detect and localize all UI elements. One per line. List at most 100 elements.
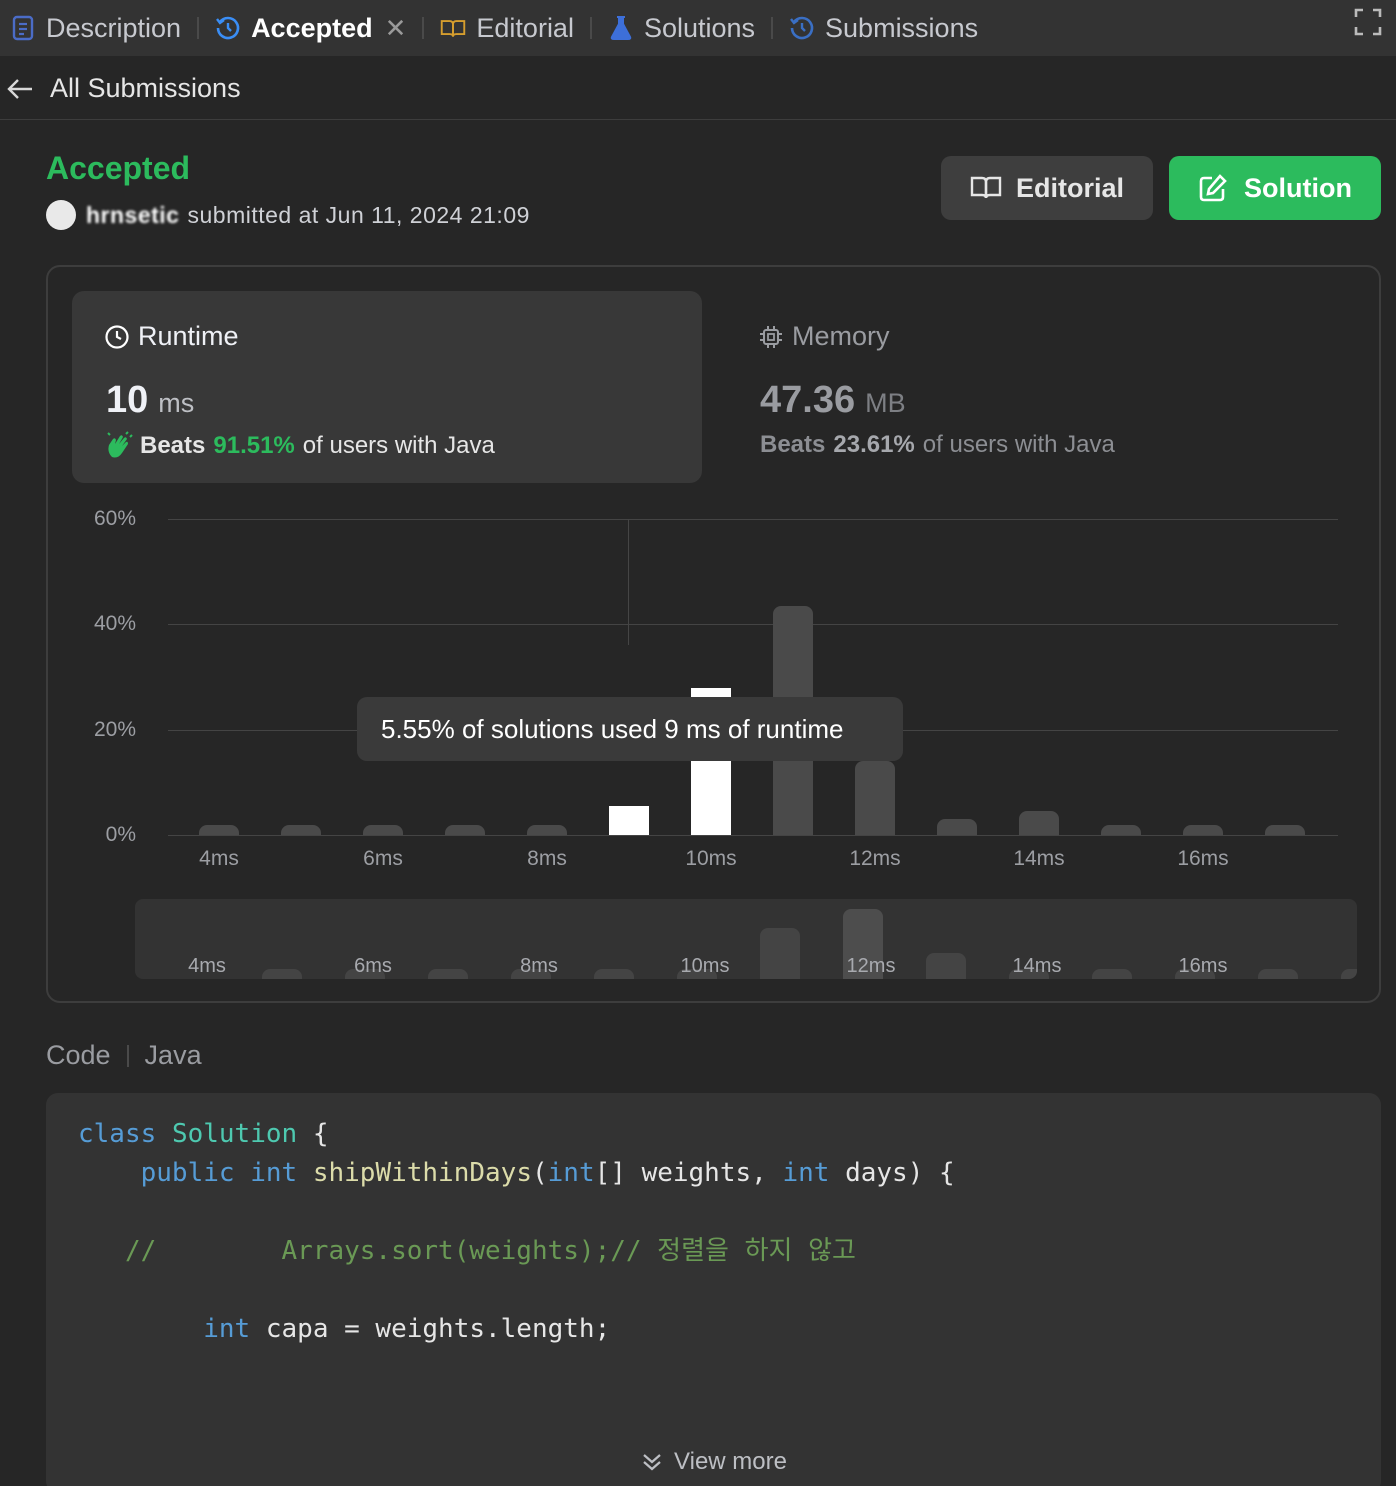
y-tick-label: 40%: [93, 612, 136, 636]
memory-card[interactable]: Memory 47.36 MB Beats 23.61% of users wi…: [758, 291, 1358, 483]
code-language: Java: [144, 1040, 202, 1070]
fullscreen-icon[interactable]: [1354, 8, 1382, 36]
y-tick-label: 60%: [93, 507, 136, 530]
mini-chart-bar: [594, 969, 634, 979]
history-icon: [215, 15, 241, 41]
mini-x-tick-label: 6ms: [354, 955, 392, 977]
book-icon: [970, 173, 1002, 203]
editorial-button-label: Editorial: [1015, 172, 1124, 203]
mini-chart-bar: [1341, 969, 1357, 979]
solution-button[interactable]: Solution: [1169, 156, 1381, 220]
beats-suffix: of users with Java: [302, 432, 495, 459]
chart-bar[interactable]: [527, 825, 567, 835]
memory-beats: Beats 23.61% of users with Java: [760, 431, 1115, 459]
chart-bar[interactable]: [855, 761, 895, 835]
username[interactable]: hrnsetic: [86, 202, 179, 229]
mini-chart-bar: [428, 969, 468, 979]
back-row: All Submissions: [0, 58, 1396, 120]
beats-percent: 23.61%: [833, 431, 915, 458]
chevrons-down-icon: [640, 1450, 664, 1474]
x-tick-label: 8ms: [527, 847, 567, 870]
mini-x-tick-label: 14ms: [1012, 955, 1062, 977]
chart-bar[interactable]: [1265, 825, 1305, 835]
mini-x-tick-label: 12ms: [846, 955, 896, 977]
chart-bar[interactable]: [281, 825, 321, 835]
tab-bar: Description Accepted ✕ Editorial Solutio…: [0, 0, 1396, 56]
tab-label: Accepted: [251, 12, 373, 43]
edit-icon: [1198, 173, 1228, 203]
chart-bar[interactable]: [445, 825, 485, 835]
submission-status: Accepted: [46, 150, 191, 186]
x-tick-label: 16ms: [1177, 847, 1229, 870]
submitted-time: submitted at Jun 11, 2024 21:09: [187, 201, 530, 228]
x-tick-label: 4ms: [199, 847, 239, 870]
chart-bar[interactable]: [609, 805, 649, 835]
tab-submissions[interactable]: Submissions: [779, 8, 988, 48]
memory-number: 47.36: [760, 379, 856, 421]
mini-x-tick-label: 4ms: [188, 955, 226, 977]
mini-chart-bar: [1258, 969, 1298, 979]
code-content: class Solution { public int shipWithinDa…: [78, 1119, 955, 1344]
runtime-distribution-chart[interactable]: 60% 40% 20% 0% 5.55% of solutions used 9 ms …: [88, 499, 1348, 899]
mini-x-tick-label: 8ms: [520, 955, 558, 977]
chip-icon: [758, 324, 784, 350]
chart-gridline: [168, 519, 1338, 520]
hover-line: [628, 519, 629, 645]
tab-label: Editorial: [476, 12, 574, 43]
beats-percent: 91.51%: [213, 432, 295, 459]
mini-chart-bar: [760, 927, 800, 979]
memory-title: Memory: [758, 321, 890, 352]
chart-bar[interactable]: [1019, 811, 1059, 835]
memory-unit: MB: [865, 388, 906, 418]
tab-accepted[interactable]: Accepted ✕: [205, 8, 416, 48]
x-tick-label: 6ms: [363, 847, 403, 870]
all-submissions-link[interactable]: All Submissions: [50, 73, 241, 104]
solution-button-label: Solution: [1244, 172, 1352, 203]
y-tick-label: 0%: [105, 823, 136, 846]
chart-bar[interactable]: [199, 825, 239, 835]
tab-editorial[interactable]: Editorial: [430, 8, 584, 48]
code-header-divider: [126, 1044, 129, 1067]
code-block[interactable]: class Solution { public int shipWithinDa…: [46, 1093, 1381, 1486]
tab-label: Submissions: [825, 12, 979, 43]
runtime-unit: ms: [158, 388, 195, 418]
avatar[interactable]: [46, 200, 76, 230]
runtime-value: 10 ms: [106, 379, 194, 422]
description-icon: [10, 15, 36, 41]
memory-title-label: Memory: [792, 321, 890, 351]
close-icon[interactable]: ✕: [385, 13, 407, 44]
tab-label: Solutions: [643, 12, 756, 43]
code-label: Code: [46, 1040, 111, 1070]
x-tick-label: 14ms: [1013, 847, 1065, 870]
arrow-left-icon[interactable]: [4, 73, 36, 105]
x-tick-label: 12ms: [849, 847, 901, 870]
mini-chart-bar: [262, 969, 302, 979]
mini-chart-bar: [1092, 969, 1132, 979]
runtime-title-label: Runtime: [138, 321, 239, 351]
chart-bar[interactable]: [363, 825, 403, 835]
book-icon: [440, 15, 466, 41]
runtime-number: 10: [106, 379, 149, 421]
tab-description[interactable]: Description: [0, 8, 191, 48]
view-more-label: View more: [674, 1448, 787, 1475]
runtime-title: Runtime: [104, 321, 239, 352]
beats-prefix: Beats: [760, 431, 826, 458]
memory-value: 47.36 MB: [760, 379, 906, 422]
flask-icon: [608, 15, 634, 41]
chart-bar[interactable]: [937, 819, 977, 835]
chart-gridline: [168, 624, 1338, 626]
chart-range-slider[interactable]: 4ms 6ms 8ms 10ms 12ms 14ms 16ms: [135, 899, 1357, 979]
editorial-button[interactable]: Editorial: [941, 156, 1153, 220]
clap-icon: [104, 431, 134, 461]
x-tick-label: 10ms: [685, 847, 737, 870]
tab-divider: [422, 17, 425, 39]
chart-bar[interactable]: [1101, 825, 1141, 835]
tab-solutions[interactable]: Solutions: [598, 8, 765, 48]
view-more-button[interactable]: View more: [46, 1448, 1381, 1476]
mini-chart-bar: [926, 953, 966, 979]
history-icon: [789, 15, 815, 41]
runtime-card[interactable]: Runtime 10 ms Beats 91.51% of users with…: [72, 291, 702, 483]
beats-prefix: Beats: [140, 432, 206, 459]
runtime-beats: Beats 91.51% of users with Java: [104, 431, 495, 461]
chart-bar[interactable]: [1183, 825, 1223, 835]
